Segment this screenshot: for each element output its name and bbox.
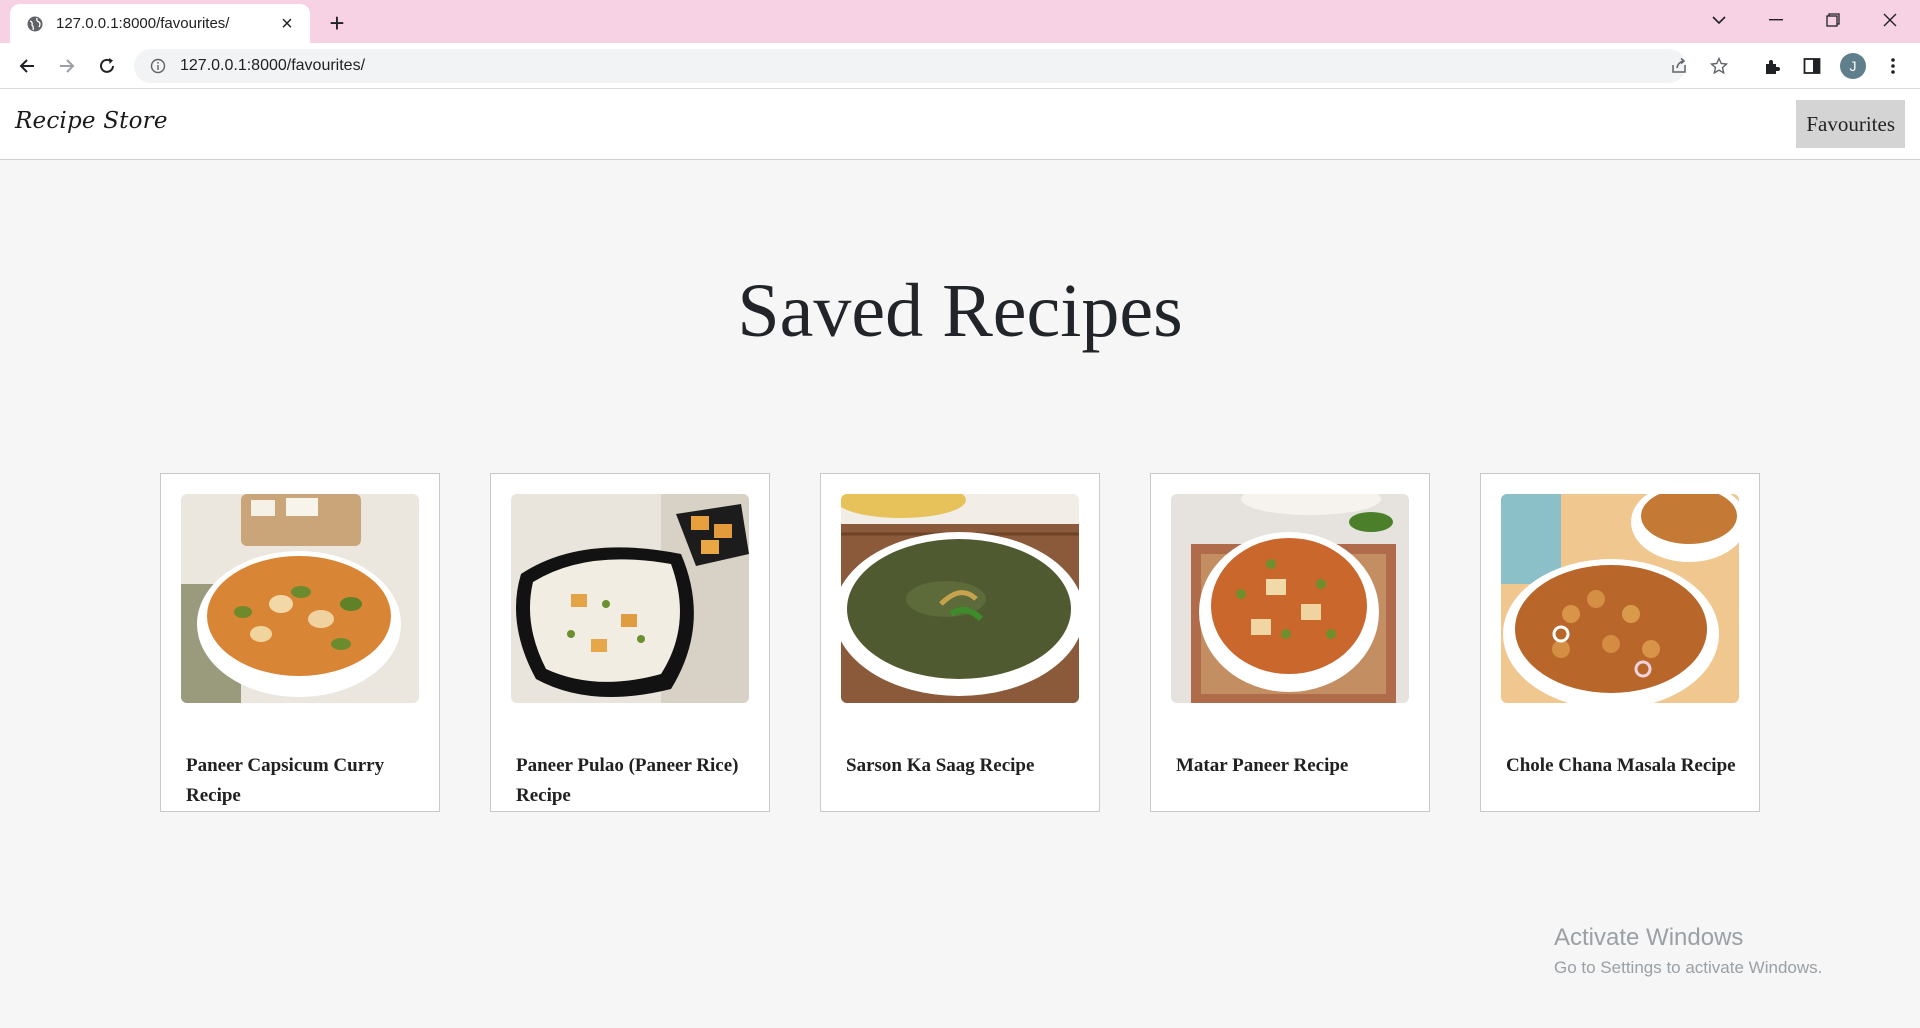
recipe-card[interactable]: Paneer Pulao (Paneer Rice) Recipe bbox=[490, 473, 770, 812]
page-title: Saved Recipes bbox=[737, 269, 1183, 353]
browser-toolbar: 127.0.0.1:8000/favourites/ J bbox=[0, 43, 1920, 89]
recipe-image[interactable] bbox=[1171, 494, 1409, 703]
recipe-image[interactable] bbox=[511, 494, 749, 703]
globe-icon bbox=[26, 15, 44, 33]
menu-kebab-icon[interactable] bbox=[1878, 51, 1908, 81]
recipe-card[interactable]: Chole Chana Masala Recipe bbox=[1480, 473, 1760, 812]
close-tab-icon[interactable]: × bbox=[276, 13, 298, 35]
brand-logo-link[interactable]: Recipe Store bbox=[15, 108, 168, 134]
reload-icon[interactable] bbox=[92, 51, 122, 81]
recipe-title[interactable]: Chole Chana Masala Recipe bbox=[1506, 751, 1736, 781]
activate-windows-watermark: Activate Windows Go to Settings to activ… bbox=[1554, 924, 1822, 978]
recipe-image[interactable] bbox=[181, 494, 419, 703]
address-bar[interactable]: 127.0.0.1:8000/favourites/ bbox=[134, 49, 1728, 83]
forward-icon[interactable] bbox=[52, 51, 82, 81]
close-window-icon[interactable] bbox=[1862, 0, 1918, 40]
favourites-nav-button[interactable]: Favourites bbox=[1796, 100, 1905, 148]
extensions-icon[interactable] bbox=[1757, 51, 1787, 81]
profile-avatar[interactable]: J bbox=[1838, 51, 1868, 81]
url-text: 127.0.0.1:8000/favourites/ bbox=[180, 57, 366, 74]
site-navbar: Recipe Store Favourites bbox=[0, 89, 1920, 160]
recipe-title[interactable]: Sarson Ka Saag Recipe bbox=[846, 751, 1076, 781]
browser-tab[interactable]: 127.0.0.1:8000/favourites/ × bbox=[10, 4, 310, 43]
watermark-title: Activate Windows bbox=[1554, 924, 1744, 951]
side-panel-icon[interactable] bbox=[1797, 51, 1827, 81]
tab-title: 127.0.0.1:8000/favourites/ bbox=[56, 15, 230, 32]
recipe-title[interactable]: Matar Paneer Recipe bbox=[1176, 751, 1406, 781]
browser-tabstrip: 127.0.0.1:8000/favourites/ × + bbox=[0, 0, 1920, 43]
recipe-image[interactable] bbox=[1501, 494, 1739, 703]
site-info-icon[interactable] bbox=[150, 58, 166, 74]
recipe-card[interactable]: Matar Paneer Recipe bbox=[1150, 473, 1430, 812]
recipe-card[interactable]: Paneer Capsicum Curry Recipe bbox=[160, 473, 440, 812]
tab-search-icon[interactable] bbox=[1691, 0, 1747, 40]
recipe-title[interactable]: Paneer Capsicum Curry Recipe bbox=[186, 751, 416, 811]
minimize-icon[interactable] bbox=[1748, 0, 1804, 40]
recipe-image[interactable] bbox=[841, 494, 1079, 703]
back-icon[interactable] bbox=[12, 51, 42, 81]
restore-icon[interactable] bbox=[1805, 0, 1861, 40]
share-icon[interactable] bbox=[1664, 49, 1694, 83]
new-tab-icon[interactable]: + bbox=[322, 8, 352, 38]
watermark-subtitle: Go to Settings to activate Windows. bbox=[1554, 958, 1823, 977]
recipe-card[interactable]: Sarson Ka Saag Recipe bbox=[820, 473, 1100, 812]
recipe-title[interactable]: Paneer Pulao (Paneer Rice) Recipe bbox=[516, 751, 746, 811]
bookmark-star-icon[interactable] bbox=[1704, 49, 1734, 83]
